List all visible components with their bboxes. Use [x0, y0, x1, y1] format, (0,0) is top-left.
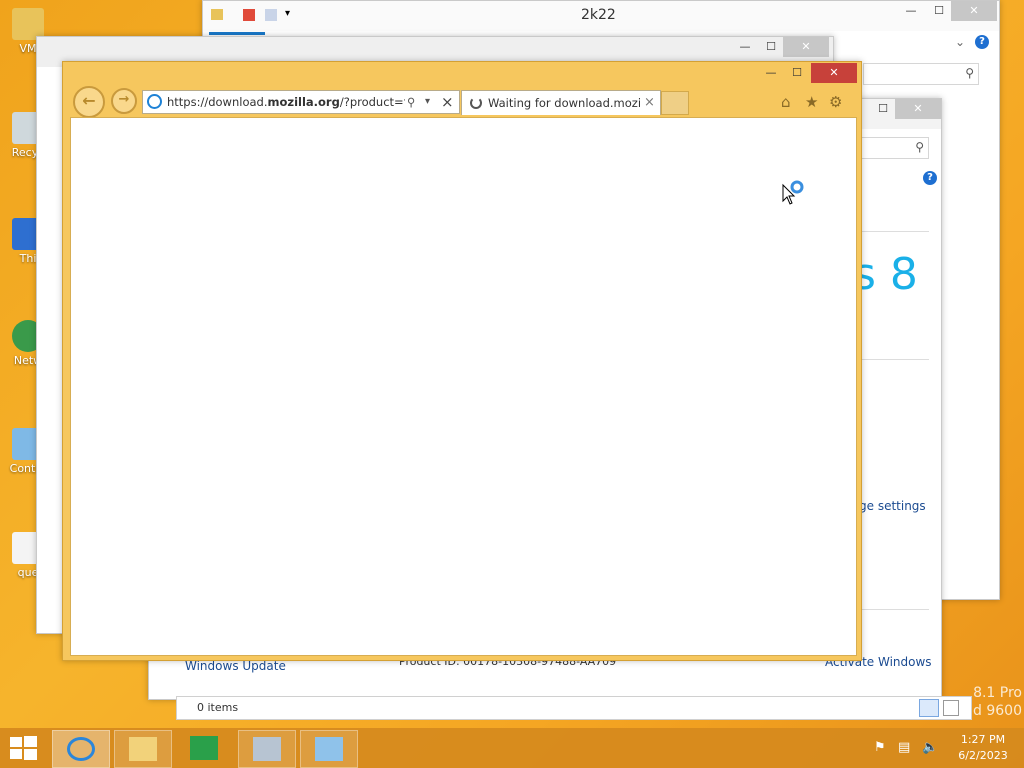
taskbar-ie[interactable] — [52, 730, 110, 768]
clock-date: 6/2/2023 — [958, 749, 1008, 762]
mouse-cursor-busy-icon — [782, 180, 808, 209]
windows-logo-icon — [10, 736, 37, 760]
clock[interactable]: 1:27 PM 6/2/2023 — [952, 732, 1014, 764]
address-bar[interactable]: https://download.mozilla.org/?product=fi… — [142, 90, 460, 114]
address-text[interactable]: https://download.mozilla.org/?product=fi… — [167, 91, 405, 113]
system-icon — [253, 737, 281, 761]
expand-ribbon-icon[interactable]: ⌄ — [955, 35, 965, 49]
new-folder-icon — [265, 9, 277, 21]
close-button[interactable]: ✕ — [951, 1, 997, 21]
start-button[interactable] — [10, 736, 38, 760]
search-icon: ⚲ — [915, 140, 924, 154]
ribbon-tab-indicator — [209, 32, 265, 35]
maximize-button[interactable]: ☐ — [757, 37, 785, 57]
forward-button[interactable]: → — [111, 88, 137, 114]
address-host: mozilla.org — [267, 95, 340, 109]
stop-icon[interactable]: × — [441, 91, 454, 113]
chevron-down-icon[interactable]: ▾ — [425, 91, 430, 113]
maximize-button[interactable]: ☐ — [925, 1, 953, 21]
minimize-button[interactable]: — — [757, 63, 785, 83]
search-box[interactable]: ⚲ — [863, 63, 979, 85]
status-item-count: 0 items — [197, 701, 239, 714]
folder-icon — [129, 737, 157, 761]
folder-icon — [211, 9, 223, 20]
search-icon[interactable]: ⚲ — [407, 91, 415, 113]
maximize-button[interactable]: ☐ — [869, 99, 897, 119]
minimize-button[interactable]: — — [731, 37, 759, 57]
flag-icon[interactable]: ⚑ — [874, 740, 886, 755]
taskbar-control-panel[interactable] — [300, 730, 358, 768]
tab-close-icon[interactable]: × — [644, 91, 655, 115]
windows-8-logo-text: s 8 — [853, 249, 918, 300]
taskbar-system[interactable] — [238, 730, 296, 768]
close-button[interactable]: ✕ — [895, 99, 941, 119]
help-icon[interactable]: ? — [975, 35, 989, 49]
details-view-icon[interactable] — [919, 699, 939, 717]
network-icon[interactable]: ▤ — [898, 740, 910, 755]
tab-title: Waiting for download.mozi... — [488, 96, 642, 110]
search-icon: ⚲ — [965, 66, 974, 80]
page-content[interactable] — [70, 117, 857, 656]
change-settings-link[interactable]: ge settings — [859, 499, 926, 513]
chevron-down-icon[interactable]: ▾ — [285, 8, 290, 19]
back-button[interactable]: ← — [73, 86, 105, 118]
properties-icon — [243, 9, 255, 21]
loading-spinner-icon — [470, 97, 482, 109]
window-title: 2k22 — [581, 7, 616, 23]
help-icon[interactable]: ? — [923, 171, 937, 185]
internet-explorer-icon — [67, 737, 95, 761]
ie-page-icon — [147, 94, 162, 109]
maximize-button[interactable]: ☐ — [783, 63, 811, 83]
volume-muted-icon[interactable]: 🔈 — [922, 740, 938, 755]
windows-update-link[interactable]: Windows Update — [185, 659, 286, 673]
taskbar: ⚑ ▤ 🔈 1:27 PM 6/2/2023 — [0, 728, 1024, 768]
home-icon[interactable]: ⌂ — [781, 93, 791, 111]
new-tab-button[interactable] — [661, 91, 689, 115]
taskbar-file-explorer[interactable] — [114, 730, 172, 768]
explorer-titlebar[interactable]: ▾ 2k22 — ☐ ✕ — [203, 1, 999, 31]
close-button[interactable]: ✕ — [811, 63, 857, 83]
favorites-star-icon[interactable]: ★ — [805, 93, 818, 111]
ie-window[interactable]: — ☐ ✕ ← → https://download.mozilla.org/?… — [62, 61, 862, 661]
clock-time: 1:27 PM — [960, 733, 1006, 746]
close-button[interactable]: ✕ — [783, 37, 829, 57]
minimize-button[interactable]: — — [897, 1, 925, 21]
store-icon — [190, 736, 218, 760]
large-icons-view-icon[interactable] — [943, 700, 959, 716]
control-panel-icon — [315, 737, 343, 761]
taskbar-store[interactable] — [176, 730, 232, 766]
explorer-status-bar: 0 items — [176, 696, 972, 720]
settings-gear-icon[interactable]: ⚙ — [829, 93, 842, 111]
browser-tab[interactable]: Waiting for download.mozi... × — [461, 90, 661, 115]
windows-watermark: 8.1 Pro d 9600 — [973, 685, 1022, 719]
